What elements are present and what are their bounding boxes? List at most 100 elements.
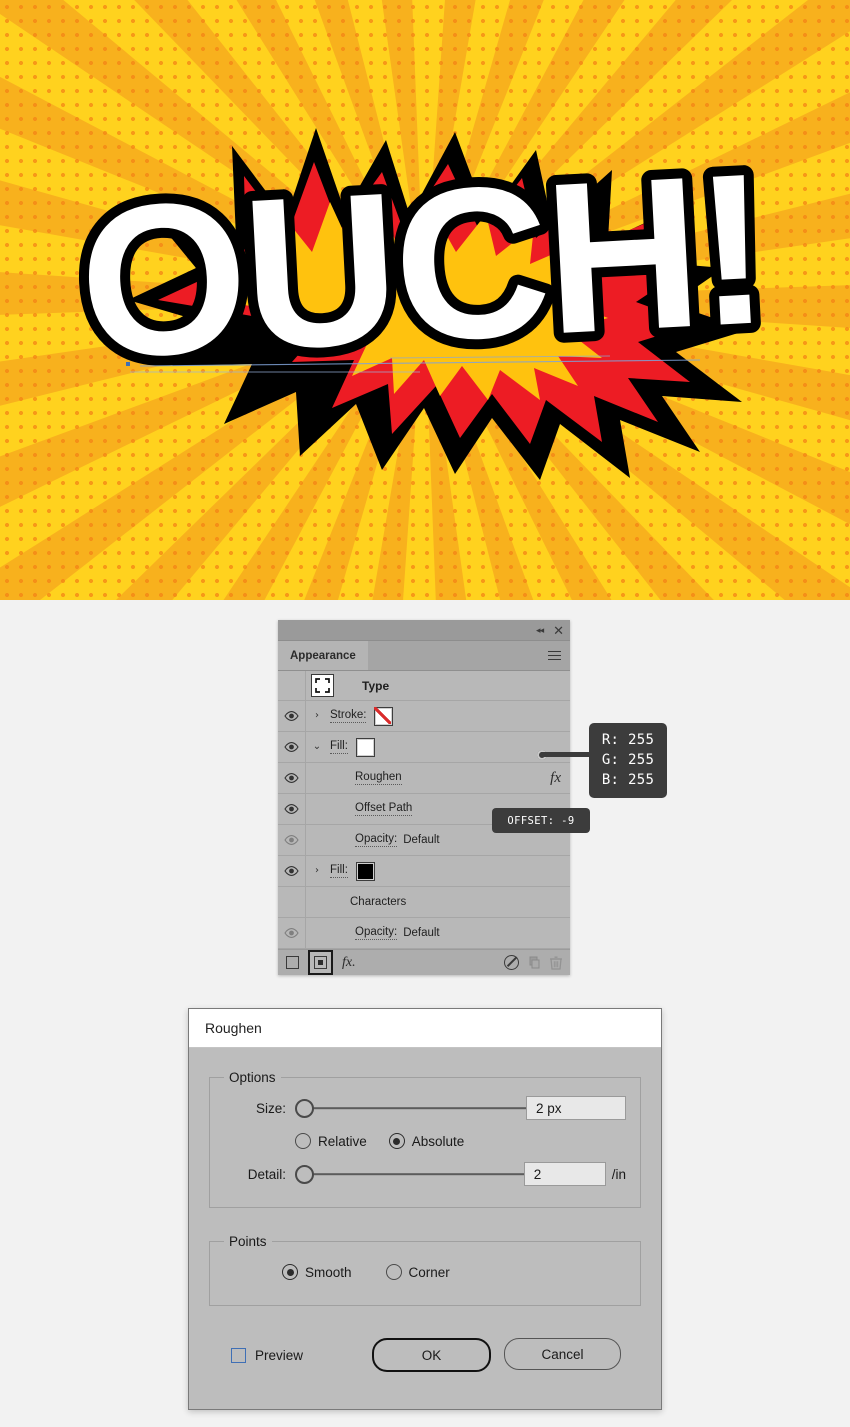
disclosure-fill-white[interactable]: ⌄ [306,742,328,752]
visibility-eye-icon[interactable] [284,835,299,845]
ok-button[interactable]: OK [372,1338,491,1372]
row-label-type: Type [362,678,390,693]
appearance-row-opacity-2[interactable]: Opacity: Default [278,918,570,949]
size-label: Size: [255,1100,286,1116]
effect-fx-icon[interactable]: fx [550,770,561,787]
eye-cell-opacity-2[interactable] [278,918,306,948]
row-label-fill-black: Fill: [330,864,348,878]
dialog-title: Roughen [189,1009,661,1048]
eye-cell-fill-white[interactable] [278,732,306,762]
row-label-stroke: Stroke: [330,709,367,723]
size-input[interactable]: 2 px [526,1096,626,1120]
offset-tooltip: OFFSET: -9 [492,808,590,833]
radio-smooth-label: Smooth [305,1264,352,1280]
stroke-none-swatch[interactable] [374,706,394,726]
close-icon[interactable]: ✕ [553,624,564,637]
disclosure-fill-black[interactable]: › [306,866,328,876]
panel-titlebar: ◂◂ ✕ [278,620,570,641]
points-mode-radio-group: Smooth Corner [224,1255,626,1289]
visibility-eye-icon[interactable] [284,866,299,876]
dialog-buttons: OK Cancel [372,1338,621,1372]
row-label-roughen: Roughen [355,771,402,785]
appearance-row-roughen[interactable]: Roughen fx [278,763,570,794]
eye-cell-offset-path[interactable] [278,794,306,824]
points-legend: Points [229,1234,267,1249]
eye-cell-characters [278,887,306,917]
add-effect-fx-icon[interactable]: fx. [342,955,356,971]
bounding-box-icon [311,674,334,697]
eye-cell-type [278,671,306,700]
radio-relative[interactable]: Relative [295,1133,367,1149]
detail-control-row: Detail: 2 /in [224,1157,626,1191]
add-new-stroke-icon[interactable] [286,956,299,969]
size-slider-knob[interactable] [295,1098,314,1118]
fill-white-swatch[interactable] [355,737,375,757]
appearance-row-stroke[interactable]: › Stroke: [278,701,570,732]
detail-slider-track [304,1173,524,1175]
radio-absolute-label: Absolute [411,1133,465,1149]
radio-smooth[interactable]: Smooth [282,1264,352,1280]
add-new-fill-icon[interactable] [308,950,333,975]
points-group: Points Smooth Corner [209,1234,641,1306]
text-selection-baseline [126,355,701,373]
hamburger-menu-icon[interactable] [539,641,570,670]
offset-tooltip-text: OFFSET: -9 [507,814,575,827]
row-label-opacity-1: Opacity: [355,833,398,847]
disclosure-stroke[interactable]: › [306,711,328,721]
artwork-canvas: OUCH! [0,0,850,600]
duplicate-item-icon[interactable] [528,956,541,969]
eye-cell-opacity-1[interactable] [278,825,306,855]
visibility-eye-icon[interactable] [284,711,299,721]
detail-slider-knob[interactable] [295,1164,314,1184]
detail-unit-label: /in [611,1166,626,1182]
preview-checkbox-box [231,1347,246,1363]
dialog-footer: Preview OK Cancel [209,1332,641,1372]
appearance-row-fill-white[interactable]: ⌄ Fill: [278,732,570,763]
fill-black-swatch[interactable] [355,861,375,881]
preview-checkbox[interactable]: Preview [231,1347,303,1363]
rgb-color-callout: R: 255 G: 255 B: 255 [589,723,667,798]
clear-appearance-icon[interactable] [504,955,519,970]
appearance-panel: ◂◂ ✕ Appearance Type › Stroke: ⌄ Fill: R… [278,620,570,975]
eye-cell-stroke[interactable] [278,701,306,731]
size-slider[interactable] [295,1098,526,1118]
tab-appearance[interactable]: Appearance [278,641,368,670]
dialog-title-label: Roughen [205,1020,262,1036]
panel-tabstrip: Appearance [278,641,570,671]
size-slider-track [304,1107,526,1109]
roughen-dialog: Roughen Options Size: 2 px Relative Abso… [188,1008,662,1410]
row-label-characters: Characters [350,896,407,908]
radio-smooth-dot [282,1264,298,1280]
detail-label: Detail: [247,1166,286,1182]
options-legend: Options [229,1070,276,1085]
detail-input[interactable]: 2 [523,1162,606,1186]
radio-absolute[interactable]: Absolute [388,1133,465,1149]
color-callout-leader-line [540,752,592,757]
row-label-opacity-2: Opacity: [355,926,398,940]
radio-absolute-dot [388,1133,405,1149]
appearance-row-characters[interactable]: Characters [278,887,570,918]
cancel-button[interactable]: Cancel [504,1338,621,1370]
tab-appearance-label: Appearance [290,649,356,662]
radio-relative-label: Relative [318,1133,367,1149]
row-value-opacity-1: Default [403,834,440,846]
visibility-eye-icon[interactable] [284,773,299,783]
dialog-body: Options Size: 2 px Relative Absolute Det… [189,1048,661,1372]
options-group: Options Size: 2 px Relative Absolute Det… [209,1070,641,1208]
collapse-panel-icon[interactable]: ◂◂ [536,625,544,636]
eye-cell-fill-black[interactable] [278,856,306,886]
rgb-g-value: G: 255 [601,752,655,768]
eye-cell-roughen[interactable] [278,763,306,793]
radio-corner-label: Corner [408,1264,450,1280]
visibility-eye-icon[interactable] [284,804,299,814]
detail-slider[interactable] [295,1164,524,1184]
visibility-eye-icon[interactable] [284,742,299,752]
appearance-row-type[interactable]: Type [278,671,570,701]
visibility-eye-icon[interactable] [284,928,299,938]
radio-corner[interactable]: Corner [385,1264,450,1280]
appearance-row-fill-black[interactable]: › Fill: [278,856,570,887]
delete-item-icon[interactable] [550,956,562,970]
row-label-fill-white: Fill: [330,740,348,754]
size-control-row: Size: 2 px [224,1091,626,1125]
size-mode-radio-group: Relative Absolute [224,1125,626,1157]
